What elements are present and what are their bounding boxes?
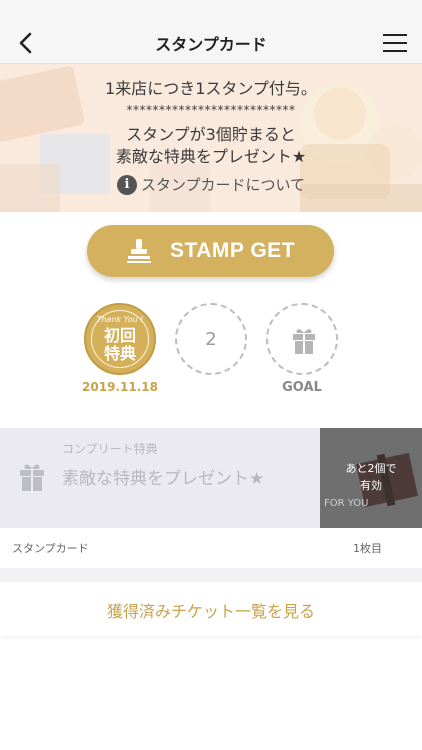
benefit-text-2: 素敵な特典をプレゼント★: [115, 147, 307, 166]
chevron-left-icon[interactable]: [14, 30, 40, 56]
complete-reward-card[interactable]: コンプリート特典 素敵な特典をプレゼント★ FOR YOU あと2個で 有効: [0, 428, 422, 528]
reward-name: 素敵な特典をプレゼント★: [62, 469, 265, 489]
stamp-get-label: STAMP GET: [169, 239, 296, 262]
reward-caption: コンプリート特典: [62, 442, 158, 456]
rule-text: 1来店につき1スタンプ付与。: [105, 79, 317, 98]
goal-label: GOAL: [282, 380, 322, 395]
status-bar-area: [0, 0, 422, 22]
gift-icon: [20, 464, 44, 491]
hero-banner: 1来店につき1スタンプ付与。 *************************…: [0, 64, 422, 212]
card-info-bar: スタンプカード 1枚目: [0, 540, 422, 556]
stamp-slot-goal: [266, 303, 338, 375]
stamp-date: 2019.11.18: [82, 380, 158, 394]
reward-photo: FOR YOU あと2個で 有効: [320, 428, 422, 528]
info-icon: i: [116, 174, 137, 195]
stamp-slot-2: 2: [175, 303, 247, 375]
thank-you-text: Thank You !: [96, 315, 144, 324]
stamp-get-button[interactable]: STAMP GET: [87, 225, 334, 277]
stamp-icon: [126, 239, 151, 263]
first-benefit-line1: 初回: [103, 326, 136, 345]
benefit-text-1: スタンプが3個貯まると: [126, 125, 296, 144]
hamburger-menu-icon[interactable]: [382, 31, 408, 55]
divider: [0, 568, 422, 582]
stamp-slot-1: Thank You ! 初回 特典: [84, 303, 156, 375]
gift-icon: [293, 329, 315, 354]
remaining-line2: 有効: [360, 479, 382, 492]
separator-stars: **************************: [126, 103, 296, 117]
stamp-slot-number: 2: [205, 328, 217, 350]
first-benefit-line2: 特典: [103, 344, 136, 363]
card-label: スタンプカード: [12, 542, 89, 555]
card-count: 1枚目: [353, 542, 382, 555]
page-title: スタンプカード: [155, 34, 267, 54]
remaining-line1: あと2個で: [345, 462, 397, 475]
tickets-list-link[interactable]: 獲得済みチケット一覧を見る: [0, 584, 422, 636]
navigation-bar: スタンプカード: [0, 22, 422, 64]
for-you-text: FOR YOU: [324, 498, 369, 509]
about-stampcard-link[interactable]: i スタンプカードについて: [116, 174, 306, 195]
about-stampcard-label: スタンプカードについて: [140, 176, 306, 194]
